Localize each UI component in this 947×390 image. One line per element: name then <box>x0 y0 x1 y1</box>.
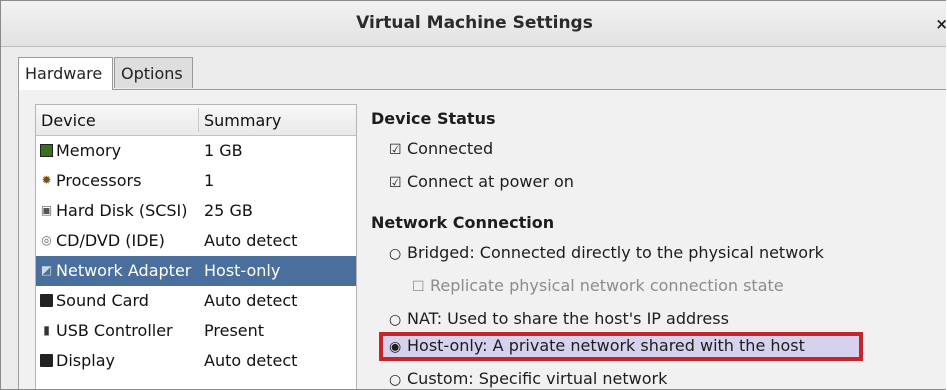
bridged-label: Bridged: Connected directly to the physi… <box>407 243 824 262</box>
device-summary: Auto detect <box>204 351 298 370</box>
sound-card-icon <box>40 294 53 307</box>
device-list-header: Device Summary <box>36 105 356 136</box>
device-name: USB Controller <box>56 321 173 340</box>
nat-radio[interactable]: ○ NAT: Used to share the host's IP addres… <box>389 309 729 328</box>
close-icon[interactable]: × <box>935 15 946 33</box>
radio-unselected-icon: ○ <box>389 246 402 262</box>
hardware-panel: Device Summary Memory 1 GB ✹ Processors … <box>18 89 946 389</box>
device-row-display[interactable]: Display Auto detect <box>36 346 356 376</box>
device-row-memory[interactable]: Memory 1 GB <box>36 136 356 166</box>
device-name: Network Adapter <box>56 261 192 280</box>
nat-label: NAT: Used to share the host's IP address <box>407 309 729 328</box>
custom-label: Custom: Specific virtual network <box>407 369 668 388</box>
device-name: Processors <box>56 171 142 190</box>
device-name: Hard Disk (SCSI) <box>56 201 188 220</box>
checkbox-checked-icon: ☑ <box>389 175 402 191</box>
device-summary: Present <box>204 321 265 340</box>
title-bar: Virtual Machine Settings × <box>1 1 946 47</box>
usb-controller-icon: ▮ <box>43 323 50 337</box>
replicate-label: Replicate physical network connection st… <box>430 276 784 295</box>
host-only-label: Host-only: A private network shared with… <box>407 336 805 355</box>
device-summary: 25 GB <box>204 201 253 220</box>
device-row-usb-controller[interactable]: ▮ USB Controller Present <box>36 316 356 346</box>
tab-hardware[interactable]: Hardware <box>18 57 113 90</box>
vm-settings-window: Virtual Machine Settings × Hardware Opti… <box>0 0 946 390</box>
column-header-device[interactable]: Device <box>41 111 96 130</box>
window-title: Virtual Machine Settings <box>356 13 593 33</box>
connect-at-power-on-label: Connect at power on <box>407 172 574 191</box>
device-row-network-adapter[interactable]: ◩ Network Adapter Host-only <box>36 256 356 286</box>
device-name: Memory <box>56 141 122 160</box>
bridged-radio[interactable]: ○ Bridged: Connected directly to the phys… <box>389 243 824 262</box>
device-row-processors[interactable]: ✹ Processors 1 <box>36 166 356 196</box>
device-summary: 1 GB <box>204 141 243 160</box>
replicate-checkbox[interactable]: ☐ Replicate physical network connection s… <box>412 276 784 295</box>
device-name: Sound Card <box>56 291 149 310</box>
checkbox-checked-icon: ☑ <box>389 142 402 158</box>
device-summary: Auto detect <box>204 231 298 250</box>
display-icon <box>40 354 53 367</box>
memory-icon <box>40 144 53 157</box>
hard-disk-icon: ▣ <box>40 203 53 217</box>
device-summary: Auto detect <box>204 291 298 310</box>
device-summary: 1 <box>204 171 215 190</box>
host-only-radio[interactable]: ◉ Host-only: A private network shared wit… <box>389 336 805 355</box>
column-header-summary[interactable]: Summary <box>204 111 281 130</box>
processor-icon: ✹ <box>41 173 52 187</box>
device-name: CD/DVD (IDE) <box>56 231 165 250</box>
device-row-cd-dvd[interactable]: ◎ CD/DVD (IDE) Auto detect <box>36 226 356 256</box>
device-status-heading: Device Status <box>371 109 496 128</box>
tab-options[interactable]: Options <box>114 57 193 88</box>
radio-unselected-icon: ○ <box>389 312 402 328</box>
checkbox-unchecked-icon: ☐ <box>412 279 425 295</box>
device-summary: Host-only <box>204 261 281 280</box>
device-row-sound-card[interactable]: Sound Card Auto detect <box>36 286 356 316</box>
column-divider[interactable] <box>198 108 199 132</box>
network-adapter-icon: ◩ <box>40 263 53 277</box>
device-row-hard-disk[interactable]: ▣ Hard Disk (SCSI) 25 GB <box>36 196 356 226</box>
radio-unselected-icon: ○ <box>389 372 402 388</box>
device-name: Display <box>56 351 115 370</box>
connected-checkbox[interactable]: ☑ Connected <box>389 139 493 158</box>
connect-at-power-on-checkbox[interactable]: ☑ Connect at power on <box>389 172 574 191</box>
network-connection-heading: Network Connection <box>371 213 555 232</box>
connected-label: Connected <box>407 139 494 158</box>
cd-dvd-icon: ◎ <box>41 233 52 247</box>
custom-radio[interactable]: ○ Custom: Specific virtual network <box>389 369 667 388</box>
device-list: Device Summary Memory 1 GB ✹ Processors … <box>35 104 357 389</box>
radio-selected-icon: ◉ <box>389 339 402 355</box>
